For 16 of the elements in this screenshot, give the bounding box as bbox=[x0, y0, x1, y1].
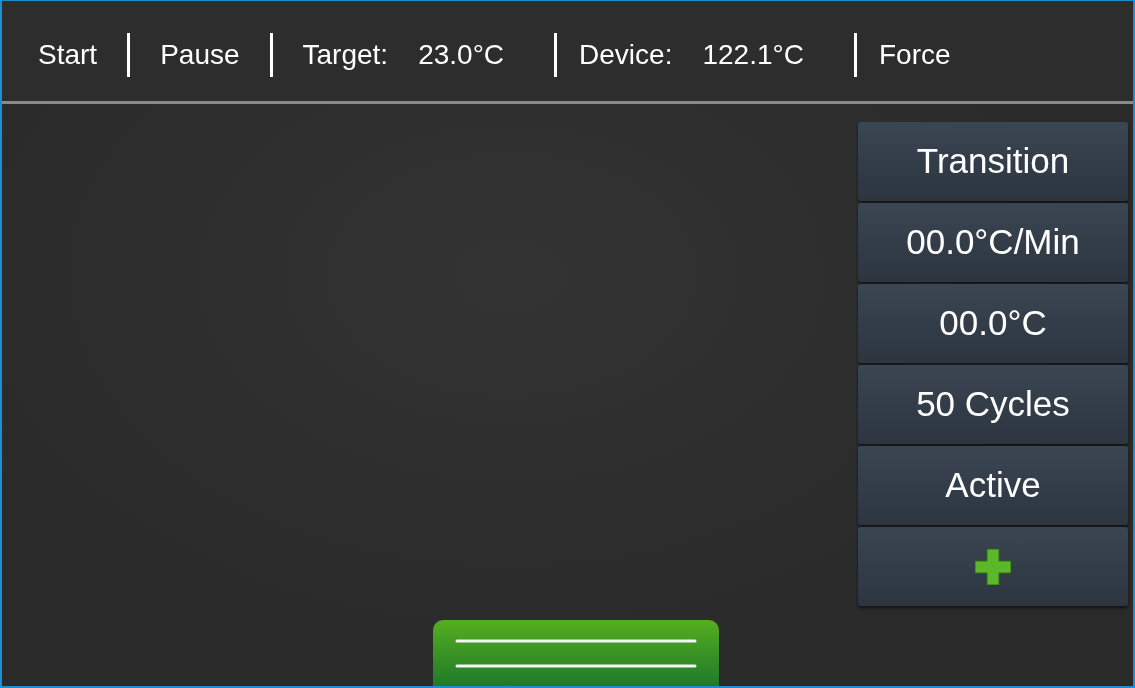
step-button[interactable]: Active bbox=[858, 446, 1128, 525]
step-button[interactable]: Transition bbox=[858, 122, 1128, 201]
toolbar-button[interactable]: Force bbox=[878, 34, 951, 76]
toolbar-button[interactable]: Start bbox=[38, 34, 98, 76]
lines-icon bbox=[454, 637, 697, 669]
step-button[interactable]: 00.0°C bbox=[858, 284, 1128, 363]
reading-value: 23.0°C bbox=[418, 38, 505, 72]
add-button[interactable] bbox=[858, 527, 1128, 606]
reading-label: Device: bbox=[579, 38, 673, 72]
reading-value: 122.1°C bbox=[702, 38, 804, 72]
plus-icon bbox=[975, 548, 1011, 585]
reading-label: Target: bbox=[302, 38, 389, 72]
step-button[interactable]: 50 Cycles bbox=[858, 365, 1128, 444]
toolbar-button[interactable]: Pause bbox=[160, 34, 240, 76]
step-button[interactable]: 00.0°C/Min bbox=[858, 203, 1128, 282]
drawer-handle[interactable] bbox=[432, 620, 719, 686]
